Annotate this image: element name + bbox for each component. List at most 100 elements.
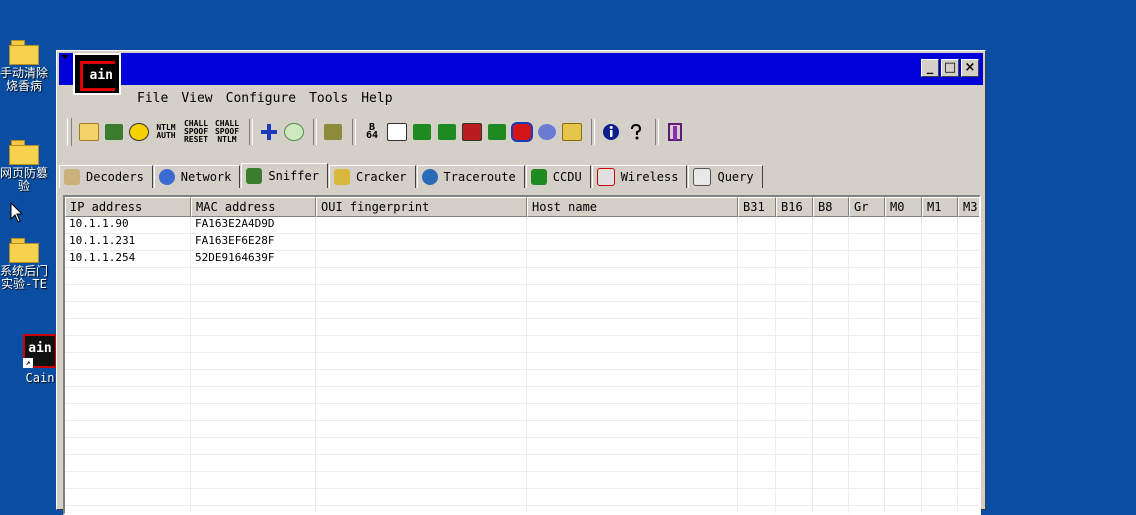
table-cell bbox=[316, 438, 527, 454]
table-cell: FA163E2A4D9D bbox=[191, 217, 316, 233]
rdp-icon bbox=[462, 123, 482, 141]
column-header-m1[interactable]: M1 bbox=[922, 197, 958, 217]
tab-wireless[interactable]: Wireless bbox=[591, 165, 688, 188]
table-cell bbox=[191, 285, 316, 301]
table-cell bbox=[65, 421, 191, 437]
chall-spoof-reset-button[interactable]: CHALL SPOOF RESET bbox=[182, 120, 210, 144]
rdp-button[interactable] bbox=[461, 121, 483, 143]
start-sniffer-icon bbox=[105, 124, 123, 140]
minimize-button[interactable]: _ bbox=[921, 59, 939, 77]
maximize-button[interactable]: □ bbox=[941, 59, 959, 77]
tab-sniffer[interactable]: Sniffer bbox=[241, 163, 328, 188]
vnc-button[interactable] bbox=[436, 121, 458, 143]
table-cell bbox=[527, 336, 738, 352]
table-cell bbox=[316, 217, 527, 233]
desktop-icon-label: 系统后门 实验-TE bbox=[0, 264, 48, 291]
network-cards-button[interactable] bbox=[322, 121, 344, 143]
column-header-b31[interactable]: B31 bbox=[738, 197, 776, 217]
close-button[interactable]: × bbox=[961, 59, 979, 77]
tab-query[interactable]: Query bbox=[688, 165, 763, 188]
hash-calculator-button[interactable] bbox=[386, 121, 408, 143]
table-cell bbox=[191, 336, 316, 352]
column-header-b16[interactable]: B16 bbox=[776, 197, 813, 217]
desktop-icon-folder-2[interactable]: 网页防篡验 bbox=[0, 140, 56, 193]
menu-configure[interactable]: Configure bbox=[226, 91, 296, 109]
table-cell bbox=[738, 319, 776, 335]
column-header-m3[interactable]: M3 bbox=[958, 197, 979, 217]
box-revealer-button[interactable] bbox=[511, 121, 533, 143]
table-cell bbox=[527, 353, 738, 369]
lsa-secrets-button[interactable] bbox=[411, 121, 433, 143]
menu-tools[interactable]: Tools bbox=[309, 91, 348, 109]
add-button[interactable] bbox=[258, 121, 280, 143]
table-cell bbox=[813, 336, 849, 352]
menu-view[interactable]: View bbox=[181, 91, 212, 109]
tab-traceroute[interactable]: Traceroute bbox=[416, 165, 525, 188]
column-header-gr[interactable]: Gr bbox=[849, 197, 885, 217]
tab-cracker[interactable]: Cracker bbox=[328, 165, 416, 188]
exit-button[interactable] bbox=[664, 121, 686, 143]
system-menu-icon[interactable] bbox=[61, 55, 69, 59]
password-decoder-button[interactable] bbox=[561, 121, 583, 143]
toolbar-separator bbox=[249, 119, 253, 145]
empty-table-row bbox=[65, 489, 979, 506]
table-cell bbox=[958, 438, 979, 454]
table-row[interactable]: 10.1.1.254 52DE9164639F bbox=[65, 251, 979, 268]
column-header-oui-fingerprint[interactable]: OUI fingerprint bbox=[316, 197, 527, 217]
table-row[interactable]: 10.1.1.90 FA163E2A4D9D bbox=[65, 217, 979, 234]
wireless-button[interactable] bbox=[536, 121, 558, 143]
table-cell: FA163EF6E28F bbox=[191, 234, 316, 250]
column-headers: IP address MAC address OUI fingerprint H… bbox=[65, 197, 979, 217]
tab-decoders[interactable]: Decoders bbox=[59, 165, 153, 188]
table-row[interactable]: 10.1.1.231 FA163EF6E28F bbox=[65, 234, 979, 251]
table-cell bbox=[958, 234, 979, 250]
start-apr-button[interactable] bbox=[128, 121, 150, 143]
tab-network[interactable]: Network bbox=[153, 165, 241, 188]
remove-button[interactable] bbox=[283, 121, 305, 143]
table-cell bbox=[849, 438, 885, 454]
table-cell bbox=[527, 285, 738, 301]
title-bar[interactable]: _ □ × bbox=[59, 53, 983, 85]
table-cell bbox=[738, 353, 776, 369]
empty-table-row bbox=[65, 506, 979, 513]
table-cell bbox=[922, 234, 958, 250]
table-cell bbox=[191, 370, 316, 386]
hosts-list[interactable]: IP address MAC address OUI fingerprint H… bbox=[63, 195, 981, 515]
column-header-mac-address[interactable]: MAC address bbox=[191, 197, 316, 217]
cisco-button[interactable] bbox=[486, 121, 508, 143]
table-cell bbox=[316, 421, 527, 437]
help-button[interactable] bbox=[625, 121, 647, 143]
table-cell bbox=[191, 438, 316, 454]
folder-icon bbox=[9, 238, 39, 263]
table-cell bbox=[922, 370, 958, 386]
table-cell bbox=[922, 404, 958, 420]
open-button[interactable] bbox=[78, 121, 100, 143]
column-header-b8[interactable]: B8 bbox=[813, 197, 849, 217]
desktop-icon-folder-3[interactable]: 系统后门 实验-TE bbox=[0, 238, 56, 291]
menu-help[interactable]: Help bbox=[361, 91, 392, 109]
toolbar-grip[interactable] bbox=[67, 118, 72, 146]
table-cell bbox=[813, 438, 849, 454]
table-cell bbox=[527, 455, 738, 471]
column-header-ip-address[interactable]: IP address bbox=[65, 197, 191, 217]
menu-file[interactable]: File bbox=[137, 91, 168, 109]
table-cell bbox=[776, 370, 813, 386]
table-cell bbox=[885, 421, 922, 437]
start-sniffer-button[interactable] bbox=[103, 121, 125, 143]
table-cell bbox=[849, 404, 885, 420]
column-header-host-name[interactable]: Host name bbox=[527, 197, 738, 217]
table-cell bbox=[885, 370, 922, 386]
table-cell: 52DE9164639F bbox=[191, 251, 316, 267]
desktop-icon-folder-1[interactable]: 手动清除 烧香病 bbox=[0, 40, 56, 93]
column-header-m0[interactable]: M0 bbox=[885, 197, 922, 217]
table-cell bbox=[958, 336, 979, 352]
about-button[interactable] bbox=[600, 121, 622, 143]
tab-ccdu[interactable]: CCDU bbox=[525, 165, 591, 188]
ntlm-auth-button[interactable]: NTLM AUTH bbox=[153, 121, 179, 143]
network-icon bbox=[158, 169, 175, 185]
base64-button[interactable]: B 64 bbox=[361, 121, 383, 143]
chall-spoof-ntlm-button[interactable]: CHALL SPOOF NTLM bbox=[213, 120, 241, 144]
empty-table-row bbox=[65, 387, 979, 404]
table-cell bbox=[958, 455, 979, 471]
table-cell bbox=[191, 455, 316, 471]
